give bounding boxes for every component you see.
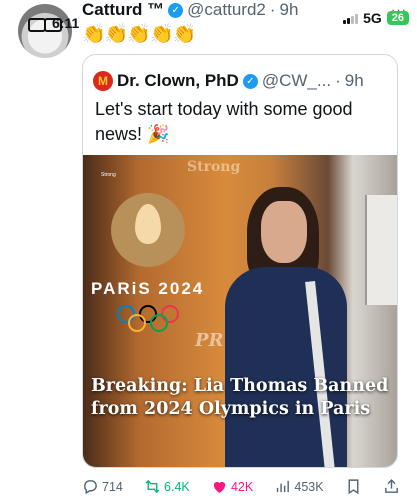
quoted-media-image[interactable]: Strong Strong PARiS 2024 PR Breaking: Li… [83, 155, 397, 467]
person-photo [225, 187, 347, 467]
like-count: 42K [230, 479, 254, 494]
post-actions: 714 6.4K 42K 453K [82, 478, 400, 495]
quoted-text: Let's start today with some good news! 🎉 [95, 99, 353, 144]
post-header: Catturd ™ ✓ @catturd2 · 9h [82, 0, 298, 20]
author-handle[interactable]: @catturd2 [187, 0, 266, 20]
separator-dot: · [335, 71, 341, 90]
network-label: 5G [363, 10, 382, 26]
reply-button[interactable]: 714 [82, 478, 123, 495]
more-options-icon[interactable]: ··· [391, 2, 407, 17]
author-name[interactable]: Catturd ™ [82, 0, 164, 20]
share-button[interactable] [383, 478, 400, 495]
like-button[interactable]: 42K [211, 478, 253, 495]
repost-count: 6.4K [164, 479, 190, 494]
watermark: Strong [187, 159, 241, 175]
views-count: 453K [294, 479, 324, 494]
paris-2024-logo-text: PARiS 2024 [91, 279, 205, 298]
bookmark-icon [348, 479, 359, 495]
olympic-rings-icon [117, 305, 181, 335]
quoted-tweet[interactable]: M Dr. Clown, PhD ✓ @CW_... · 9h Let's st… [82, 54, 398, 468]
quoted-header: M Dr. Clown, PhD ✓ @CW_... · 9h [93, 71, 364, 91]
image-caption: Breaking: Lia Thomas Banned from 2024 Ol… [91, 376, 389, 419]
signal-icon [343, 13, 359, 24]
watermark-small: Strong [101, 172, 116, 178]
views-button[interactable]: 453K [274, 478, 324, 495]
author-avatar[interactable] [18, 4, 72, 58]
quoted-author-avatar[interactable]: M [93, 71, 113, 91]
bookmark-button[interactable] [345, 478, 362, 495]
whiteboard [365, 195, 397, 305]
views-chart-icon [277, 480, 290, 493]
verified-badge-icon: ✓ [242, 73, 258, 89]
quoted-author-handle[interactable]: @CW_... [262, 71, 331, 91]
repost-button[interactable]: 6.4K [144, 478, 190, 495]
share-icon [385, 479, 398, 493]
post-body: 👏👏👏👏👏 [82, 24, 196, 45]
olympic-flame-logo-icon [111, 193, 185, 267]
separator-dot: · [269, 0, 276, 19]
jacket-text: PR [195, 330, 224, 351]
post-age[interactable]: 9h [280, 0, 299, 20]
heart-icon [213, 481, 226, 493]
clock-time: 6:11 [52, 15, 80, 31]
quoted-age: 9h [344, 71, 364, 90]
reply-icon [84, 480, 97, 495]
verified-badge-icon: ✓ [168, 2, 184, 18]
quoted-author-name[interactable]: Dr. Clown, PhD [117, 71, 239, 91]
reply-count: 714 [102, 479, 123, 494]
repost-icon [145, 479, 160, 494]
